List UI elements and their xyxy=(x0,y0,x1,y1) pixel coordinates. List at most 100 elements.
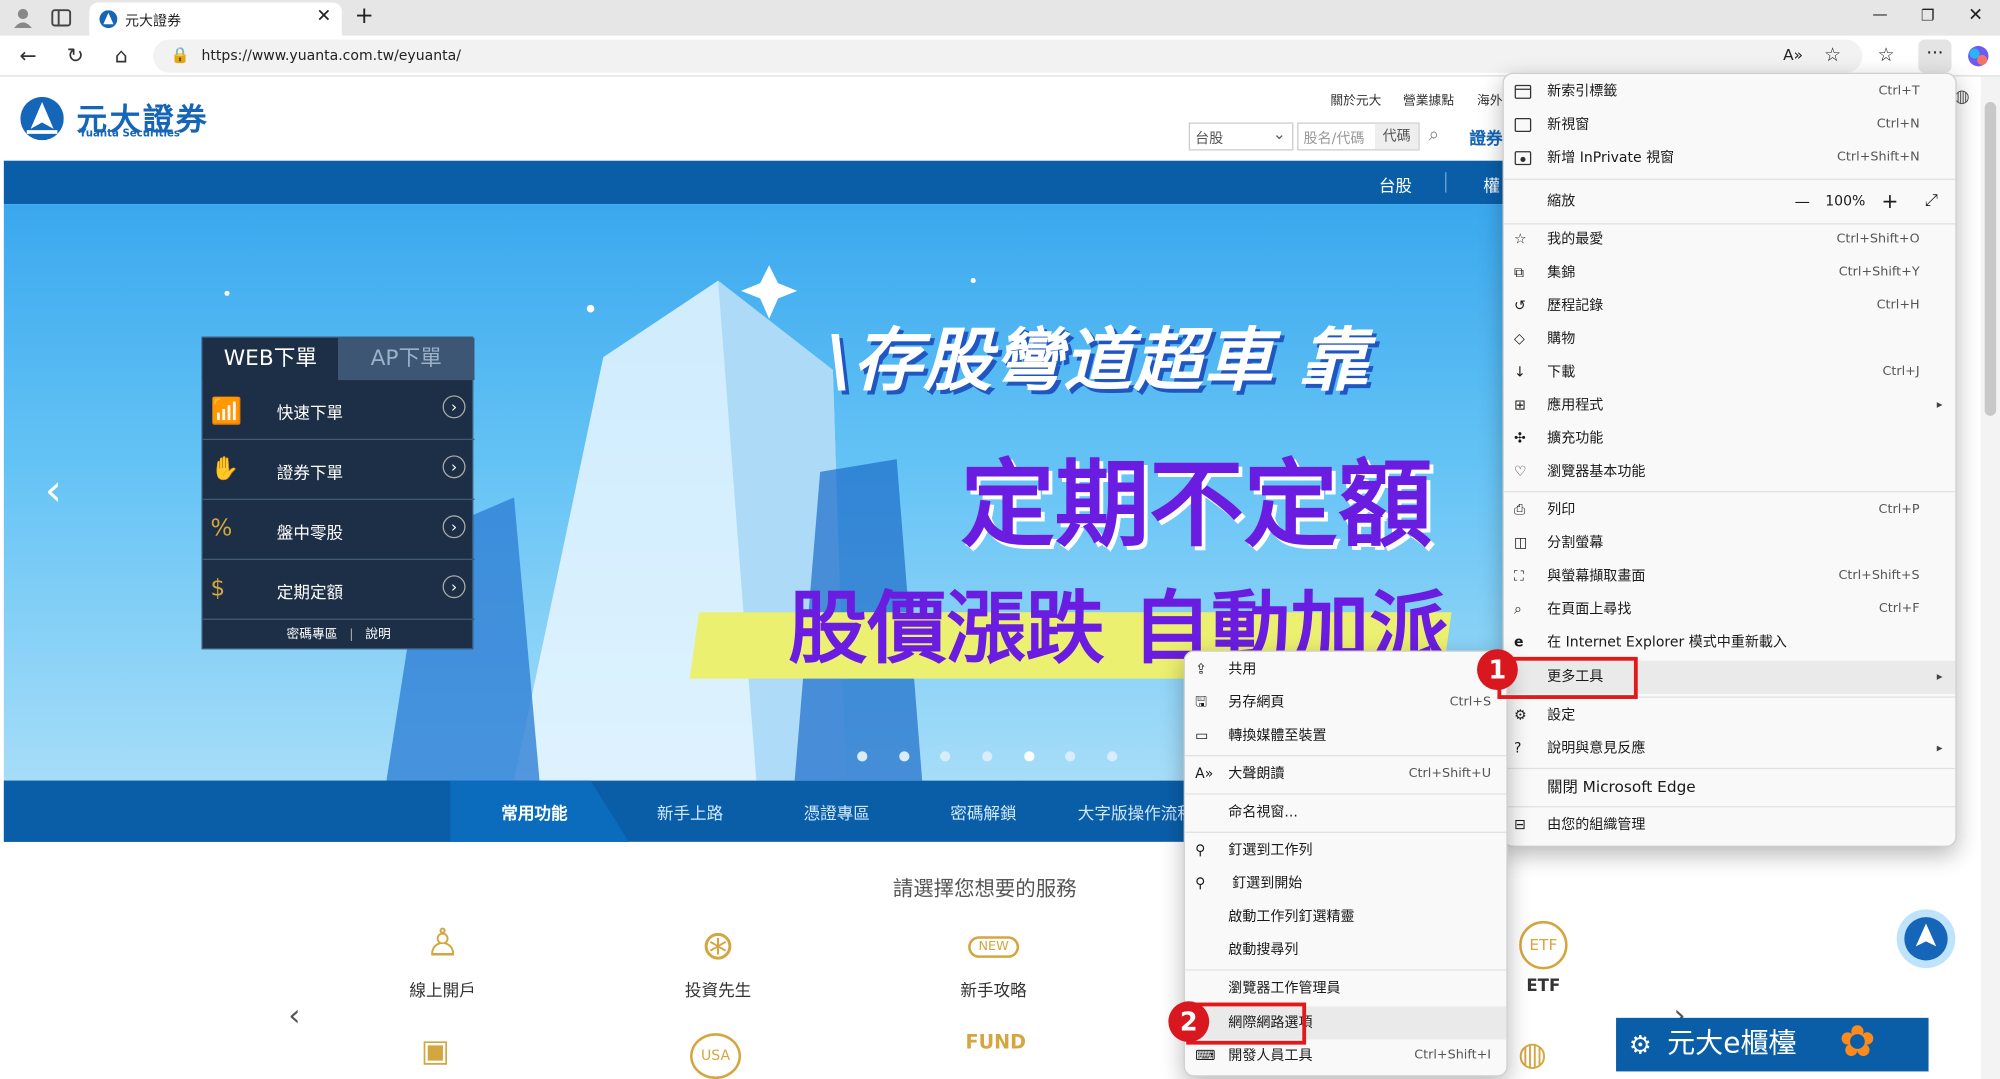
menu-shortcut: Ctrl+Shift+I xyxy=(1414,1048,1492,1063)
submenu-save-page[interactable]: 🖫 另存網頁 Ctrl+S xyxy=(1185,686,1506,719)
usa-icon[interactable]: USA xyxy=(690,1033,742,1079)
fullscreen-icon[interactable]: ⤢ xyxy=(1925,182,1938,220)
read-aloud-icon[interactable]: A» xyxy=(1783,46,1803,64)
submenu-name-window[interactable]: 命名視窗... xyxy=(1185,796,1506,829)
globe-icon[interactable]: ◍ xyxy=(1518,1036,1547,1074)
panel-row-quick-order[interactable]: 📶 快速下單 › xyxy=(202,380,475,441)
menu-label: 設定 xyxy=(1547,706,1576,724)
menu-print[interactable]: ⎙ 列印 Ctrl+P xyxy=(1504,494,1956,527)
submenu-read-aloud[interactable]: A» 大聲朗讀 Ctrl+Shift+U xyxy=(1185,758,1506,791)
tab-large-font[interactable]: 大字版操作流程 xyxy=(1078,800,1194,824)
toplink-branches[interactable]: 營業據點 xyxy=(1403,89,1454,108)
tab-beginner[interactable]: 新手上路 xyxy=(657,800,723,824)
help-link[interactable]: 說明 xyxy=(365,628,391,642)
scrollbar-thumb[interactable] xyxy=(1984,102,1997,416)
password-zone-link[interactable]: 密碼專區 xyxy=(287,628,338,642)
panel-row-securities-order[interactable]: ✋ 證券下單 › xyxy=(202,440,475,500)
menu-label: 集錦 xyxy=(1547,264,1576,281)
edge-settings-menu: 新索引標籤 Ctrl+T 新視窗 Ctrl+N 新增 InPrivate 視窗 Ctr… xyxy=(1502,72,1957,847)
submenu-pin-start[interactable]: ⚲ 釘選到開始 xyxy=(1185,867,1506,900)
favorite-star-icon[interactable]: ☆ xyxy=(1824,43,1841,66)
menu-extensions[interactable]: ✣ 擴充功能 xyxy=(1504,422,1956,455)
close-tab-icon[interactable]: ✕ xyxy=(316,6,331,26)
new-tab-icon[interactable]: + xyxy=(355,3,374,30)
scrollbar-track[interactable] xyxy=(1980,76,2000,1079)
nav-warrant[interactable]: 權 xyxy=(1483,172,1500,196)
home-icon[interactable]: ⌂ xyxy=(108,43,134,69)
toplink-about[interactable]: 關於元大 xyxy=(1330,89,1381,108)
menu-shortcut: Ctrl+P xyxy=(1878,502,1920,517)
browser-tab[interactable]: 元大證券 ✕ xyxy=(89,2,342,36)
card-investment-advisor[interactable]: ⊛ 投資先生 xyxy=(648,921,788,1001)
screenshot-stage: 元大證券 ✕ + — ❐ ✕ ← ↻ ⌂ 🔒 https://www.yuant… xyxy=(0,0,2000,1079)
submenu-cast-media[interactable]: ▭ 轉換媒體至裝置 xyxy=(1185,719,1506,752)
menu-apps[interactable]: ⊞ 應用程式 ▸ xyxy=(1504,389,1956,422)
submenu-search-bar[interactable]: 啟動搜尋列 xyxy=(1185,934,1506,967)
menu-shopping[interactable]: ◇ 購物 xyxy=(1504,323,1956,356)
menu-new-inprivate[interactable]: 新增 InPrivate 視窗 Ctrl+Shift+N xyxy=(1504,142,1956,175)
menu-new-window[interactable]: 新視窗 Ctrl+N xyxy=(1504,108,1956,141)
profile-icon[interactable] xyxy=(13,8,33,29)
card-beginner-guide[interactable]: NEW 新手攻略 xyxy=(923,921,1063,1001)
menu-collections[interactable]: ⧉ 集錦 Ctrl+Shift+Y xyxy=(1504,256,1956,289)
menu-find-on-page[interactable]: ⌕ 在頁面上尋找 Ctrl+F xyxy=(1504,593,1956,626)
nav-securities[interactable]: 證券 xyxy=(1469,125,1502,149)
minimize-icon[interactable]: — xyxy=(1872,5,1887,23)
submenu-pin-taskbar[interactable]: ⚲ 釘選到工作列 xyxy=(1185,834,1506,867)
new-tab-icon xyxy=(1514,83,1532,101)
split-screen-icon: ◫ xyxy=(1514,534,1528,552)
yuanta-logo-icon[interactable] xyxy=(20,96,64,141)
refresh-icon[interactable]: ↻ xyxy=(62,43,88,69)
tab-actions-icon[interactable] xyxy=(51,8,72,28)
banner-prev-arrow-icon[interactable]: ‹ xyxy=(45,466,62,517)
menu-favorites[interactable]: ☆ 我的最愛 Ctrl+Shift+O xyxy=(1504,223,1956,256)
menu-settings[interactable]: ⚙ 設定 xyxy=(1504,699,1956,732)
services-prev-arrow-icon[interactable]: ‹ xyxy=(288,997,300,1033)
tab-web-order[interactable]: WEB下單 xyxy=(202,338,339,381)
chatbot-icon[interactable] xyxy=(1895,908,1956,969)
tab-password-unlock[interactable]: 密碼解鎖 xyxy=(950,800,1016,824)
stock-search-input[interactable]: 股名/代碼 代碼 xyxy=(1297,122,1420,151)
menu-screenshot[interactable]: ⛶ 與螢幕擷取畫面 Ctrl+Shift+S xyxy=(1504,560,1956,593)
copilot-icon[interactable] xyxy=(1967,45,1990,68)
zoom-in-button[interactable]: + xyxy=(1881,182,1898,220)
menu-managed-by-org[interactable]: ⊟ 由您的組織管理 xyxy=(1504,809,1956,842)
menu-label: 命名視窗... xyxy=(1228,803,1298,821)
tab-certificate[interactable]: 憑證專區 xyxy=(804,800,870,824)
zoom-out-button[interactable]: — xyxy=(1795,182,1810,220)
banner-headline-1: \存股彎道超車 靠 xyxy=(826,320,1370,401)
menu-close-edge[interactable]: 關閉 Microsoft Edge xyxy=(1504,770,1956,803)
submenu-task-manager[interactable]: 瀏覽器工作管理員 xyxy=(1185,972,1506,1005)
menu-label: 應用程式 xyxy=(1547,396,1604,414)
back-icon[interactable]: ← xyxy=(15,43,41,69)
tab-common-functions[interactable]: 常用功能 xyxy=(501,800,567,824)
nav-tw-stock[interactable]: 台股 xyxy=(1379,172,1412,196)
market-select[interactable]: 台股 ⌄ xyxy=(1188,122,1294,151)
url-bar[interactable]: 🔒 https://www.yuanta.com.tw/eyuanta/ A» … xyxy=(153,39,1863,73)
menu-history[interactable]: ↺ 歷程記錄 Ctrl+H xyxy=(1504,290,1956,323)
favorites-bar-icon[interactable]: ☆ xyxy=(1878,43,1895,66)
ad-banner[interactable]: ⚙ 元大e櫃檯 ✿ xyxy=(1616,1017,1929,1072)
panel-row-regular-investment[interactable]: $ 定期定額 › xyxy=(202,560,475,620)
menu-new-tab[interactable]: 新索引標籤 Ctrl+T xyxy=(1504,75,1956,108)
close-window-icon[interactable]: ✕ xyxy=(1968,5,1983,25)
settings-and-more-button[interactable]: ··· xyxy=(1918,39,1952,73)
menu-downloads[interactable]: ↓ 下載 Ctrl+J xyxy=(1504,356,1956,389)
search-icon[interactable]: ⌕ xyxy=(1429,122,1440,145)
submenu-share[interactable]: ⇪ 共用 xyxy=(1185,653,1506,686)
menu-browser-essentials[interactable]: ♡ 瀏覽器基本功能 xyxy=(1504,455,1956,488)
chart-board-icon[interactable]: ▣ xyxy=(421,1033,450,1069)
submenu-pin-wizard[interactable]: 啟動工作列釘選精靈 xyxy=(1185,901,1506,934)
highlight-more-tools xyxy=(1497,656,1638,699)
menu-help-feedback[interactable]: ? 說明與意見反應 ▸ xyxy=(1504,732,1956,765)
restore-icon[interactable]: ❐ xyxy=(1921,6,1935,24)
toplink-overseas[interactable]: 海外 xyxy=(1477,89,1503,108)
menu-shortcut: Ctrl+T xyxy=(1878,84,1920,99)
card-online-account[interactable]: ♙ 線上開戶 xyxy=(372,921,512,1001)
tab-ap-order[interactable]: AP下單 xyxy=(338,338,475,381)
menu-ie-mode[interactable]: e 在 Internet Explorer 模式中重新載入 xyxy=(1504,626,1956,659)
menu-split-screen[interactable]: ◫ 分割螢幕 xyxy=(1504,527,1956,560)
fund-icon[interactable]: FUND xyxy=(966,1031,1027,1054)
panel-row-odd-lot[interactable]: % 盤中零股 › xyxy=(202,500,475,560)
person-icon: ♙ xyxy=(425,920,460,966)
